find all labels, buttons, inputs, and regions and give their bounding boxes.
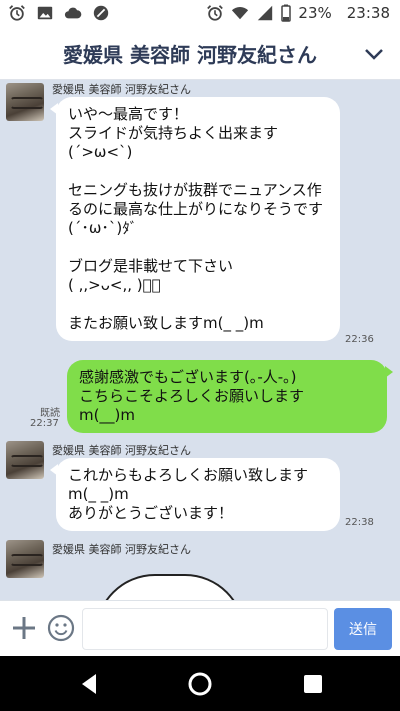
avatar[interactable] (6, 83, 44, 121)
message-time: 22:38 (345, 517, 374, 528)
battery-percent: 23% (298, 4, 332, 22)
message-time: 22:36 (345, 334, 374, 345)
plus-icon[interactable] (10, 614, 38, 642)
message-input-bar: 送信 (0, 600, 400, 656)
recents-icon[interactable] (300, 671, 326, 697)
blocked-icon (93, 5, 109, 21)
avatar[interactable] (6, 540, 44, 578)
sticker-image[interactable] (95, 574, 245, 600)
alarm-icon (207, 5, 224, 21)
image-icon (37, 6, 53, 20)
send-button[interactable]: 送信 (334, 608, 392, 650)
sender-name: 愛媛県 美容師 河野友紀さん (52, 83, 191, 96)
read-receipt: 既読 (40, 408, 60, 419)
sender-name: 愛媛県 美容師 河野友紀さん (52, 543, 191, 556)
home-icon[interactable] (187, 671, 213, 697)
message-time: 22:37 (30, 418, 59, 429)
sender-name: 愛媛県 美容師 河野友紀さん (52, 444, 191, 457)
back-icon[interactable] (76, 671, 102, 697)
alarm-icon (9, 5, 25, 21)
signal-icon (258, 5, 273, 21)
cloud-icon (64, 7, 82, 19)
battery-icon (281, 4, 292, 22)
chat-header: 愛媛県 美容師 河野友紀さん (0, 28, 400, 80)
emoji-icon[interactable] (46, 613, 76, 643)
message-bubble-outgoing[interactable]: 感謝感激でもございます(｡-人-｡) こちらこそよろしくお願いします m(__)… (67, 360, 393, 433)
chevron-down-icon[interactable] (362, 42, 386, 66)
chat-area[interactable]: 愛媛県 美容師 河野友紀さん いや〜最高です！ スライドが気持ちよく出来ます (… (0, 80, 400, 600)
status-bar: 23% 23:38 (0, 0, 400, 28)
navigation-bar (0, 656, 400, 711)
avatar[interactable] (6, 441, 44, 479)
message-bubble-incoming[interactable]: これからもよろしくお願い致します m(_ _)m ありがとうございます！ (50, 458, 340, 531)
clock: 23:38 (346, 4, 390, 22)
message-input[interactable] (82, 608, 328, 650)
wifi-icon (232, 7, 249, 20)
chat-title[interactable]: 愛媛県 美容師 河野友紀さん (0, 39, 400, 68)
message-bubble-incoming[interactable]: いや〜最高です！ スライドが気持ちよく出来ます (´>ω<`) セニングも抜けが… (50, 97, 340, 341)
